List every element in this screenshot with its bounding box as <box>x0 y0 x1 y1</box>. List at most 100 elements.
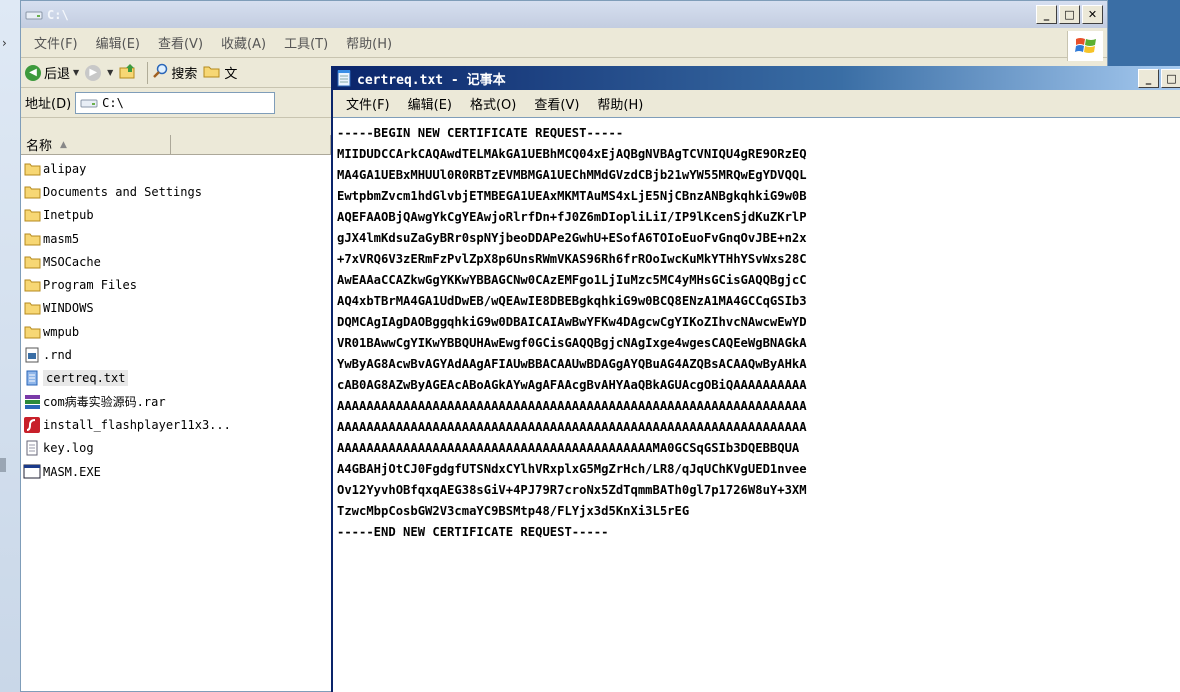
text-line: DQMCAgIAgDAOBggqhkiG9w0DBAICAIAwBwYFKw4D… <box>337 315 807 329</box>
text-line: +7xVRQ6V3zERmFzPvlZpX8p6UnsRWmVKAS96Rh6f… <box>337 252 807 266</box>
notepad-window: certreq.txt - 记事本 _ □ 文件(F) 编辑(E) 格式(O) … <box>331 66 1180 692</box>
explorer-close-button[interactable]: ✕ <box>1082 5 1103 24</box>
file-icon <box>23 347 41 363</box>
column-size[interactable] <box>171 135 331 154</box>
notepad-file-icon <box>23 370 41 386</box>
explorer-minimize-button[interactable]: _ <box>1036 5 1057 24</box>
file-name: wmpub <box>43 324 80 339</box>
text-line: YwByAG8AcwBvAGYAdAAgAFIAUwBBACAAUwBDAGgA… <box>337 357 807 371</box>
back-button[interactable]: ◀ 后退 ▼ <box>25 63 79 82</box>
explorer-menu-file[interactable]: 文件(F) <box>25 33 87 52</box>
text-line: A4GBAHjOtCJ0FgdgfUTSNdxCYlhVRxplxG5MgZrH… <box>337 462 807 476</box>
text-line: -----BEGIN NEW CERTIFICATE REQUEST----- <box>337 126 624 140</box>
explorer-maximize-button[interactable]: □ <box>1059 5 1080 24</box>
up-folder-button[interactable] <box>119 63 137 83</box>
text-line: AAAAAAAAAAAAAAAAAAAAAAAAAAAAAAAAAAAAAAAA… <box>337 420 807 434</box>
desktop-arrow-icon: › <box>2 36 7 50</box>
file-name: com病毒实验源码.rar <box>43 395 166 410</box>
folder-icon <box>23 207 41 223</box>
address-label: 地址(D) <box>25 97 72 112</box>
up-folder-icon <box>119 63 137 83</box>
notepad-menu-file[interactable]: 文件(F) <box>337 94 399 113</box>
file-name: Documents and Settings <box>43 184 202 199</box>
folder-icon <box>23 277 41 293</box>
back-label: 后退 <box>44 67 71 82</box>
file-name: Program Files <box>43 278 137 293</box>
text-line: AQ4xbTBrMA4GA1UdDwEB/wQEAwIE8DBEBgkqhkiG… <box>337 294 807 308</box>
notepad-menu-format[interactable]: 格式(O) <box>461 94 525 113</box>
folders-label: 文 <box>224 67 238 82</box>
notepad-menu-help[interactable]: 帮助(H) <box>588 94 652 113</box>
folder-icon <box>23 324 41 340</box>
chevron-down-icon: ▼ <box>107 68 114 77</box>
chevron-down-icon: ▼ <box>73 68 80 77</box>
desktop-edge: › <box>0 0 20 692</box>
back-arrow-icon: ◀ <box>25 64 41 81</box>
explorer-titlebar[interactable]: C:\ _ □ ✕ <box>21 1 1107 28</box>
text-line: EwtpbmZvcm1hdGlvbjETMBEGA1UEAxMKMTAuMS4x… <box>337 189 807 203</box>
forward-button[interactable]: ▶ ▼ <box>85 64 114 81</box>
windows-logo-icon <box>1067 31 1103 61</box>
drive-icon <box>80 97 98 109</box>
file-name: MASM.EXE <box>43 464 101 479</box>
notepad-maximize-button[interactable]: □ <box>1161 69 1180 88</box>
sort-ascending-icon: ▲ <box>60 139 67 150</box>
file-name: .rnd <box>43 348 72 363</box>
text-line: AAAAAAAAAAAAAAAAAAAAAAAAAAAAAAAAAAAAAAAA… <box>337 399 807 413</box>
notepad-minimize-button[interactable]: _ <box>1138 69 1159 88</box>
folder-icon <box>23 231 41 247</box>
file-name: MSOCache <box>43 254 101 269</box>
search-button[interactable]: 搜索 <box>152 63 197 83</box>
text-line: gJX4lmKdsuZaGyBRr0spNYjbeoDDAPe2GwhU+ESo… <box>337 231 807 245</box>
drive-icon <box>25 9 43 21</box>
toolbar-separator <box>147 61 149 84</box>
text-line: AAAAAAAAAAAAAAAAAAAAAAAAAAAAAAAAAAAAAAAA… <box>337 441 800 455</box>
column-name-label: 名称 <box>26 139 53 154</box>
text-line: AQEFAAOBjQAwgYkCgYEAwjoRlrfDn+fJ0Z6mDIop… <box>337 210 807 224</box>
text-file-icon <box>23 440 41 456</box>
folders-button[interactable]: 文 <box>203 63 237 83</box>
text-line: Ov12YyvhOBfqxqAEG38sGiV+4PJ79R7croNx5ZdT… <box>337 483 807 497</box>
exe-icon <box>23 464 41 480</box>
file-name: Inetpub <box>43 208 94 223</box>
notepad-titlebar[interactable]: certreq.txt - 记事本 _ □ <box>333 66 1180 90</box>
notepad-menu-edit[interactable]: 编辑(E) <box>399 94 461 113</box>
text-line: cAB0AG8AZwByAGEAcABoAGkAYwAgAFAAcgBvAHYA… <box>337 378 807 392</box>
text-line: -----END NEW CERTIFICATE REQUEST----- <box>337 525 609 539</box>
explorer-menu-favorites[interactable]: 收藏(A) <box>212 33 275 52</box>
notepad-menu-view[interactable]: 查看(V) <box>525 94 588 113</box>
flash-icon <box>23 416 41 433</box>
text-line: AwEAAaCCAZkwGgYKKwYBBAGCNw0CAzEMFgo1LjIu… <box>337 273 807 287</box>
text-line: MA4GA1UEBxMHUUl0R0RBTzEVMBMGA1UEChMMdGVz… <box>337 168 807 182</box>
search-label: 搜索 <box>171 67 198 82</box>
notepad-icon <box>335 69 353 87</box>
explorer-menu-help[interactable]: 帮助(H) <box>337 33 401 52</box>
file-name: alipay <box>43 161 87 176</box>
notepad-window-controls: _ □ <box>1138 69 1180 88</box>
folder-icon <box>23 300 41 316</box>
notepad-menubar: 文件(F) 编辑(E) 格式(O) 查看(V) 帮助(H) <box>333 90 1180 116</box>
desktop-mark <box>0 458 6 472</box>
explorer-menu-tools[interactable]: 工具(T) <box>275 33 337 52</box>
explorer-menubar: 文件(F) 编辑(E) 查看(V) 收藏(A) 工具(T) 帮助(H) <box>21 28 1107 58</box>
column-name[interactable]: 名称 ▲ <box>21 135 171 154</box>
explorer-menu-view[interactable]: 查看(V) <box>149 33 212 52</box>
folders-icon <box>203 63 221 83</box>
file-name: key.log <box>43 441 94 456</box>
file-name: install_flashplayer11x3... <box>43 417 231 432</box>
folder-icon <box>23 161 41 177</box>
file-name: WINDOWS <box>43 301 94 316</box>
search-icon <box>152 63 168 83</box>
file-name: masm5 <box>43 231 80 246</box>
explorer-menu-edit[interactable]: 编辑(E) <box>87 33 149 52</box>
file-name: certreq.txt <box>43 370 129 387</box>
desktop-background <box>1108 0 1180 66</box>
explorer-window-controls: _ □ ✕ <box>1036 5 1103 24</box>
text-line: VR01BAwwCgYIKwYBBQUHAwEwgf0GCisGAQQBgjcN… <box>337 336 807 350</box>
notepad-text-area[interactable]: -----BEGIN NEW CERTIFICATE REQUEST----- M… <box>333 117 1180 692</box>
text-line: MIIDUDCCArkCAQAwdTELMAkGA1UEBhMCQ04xEjAQ… <box>337 147 807 161</box>
rar-icon <box>23 394 41 410</box>
address-input[interactable]: C:\ <box>75 91 276 114</box>
notepad-title: certreq.txt - 记事本 <box>357 72 506 88</box>
address-value: C:\ <box>102 95 124 110</box>
